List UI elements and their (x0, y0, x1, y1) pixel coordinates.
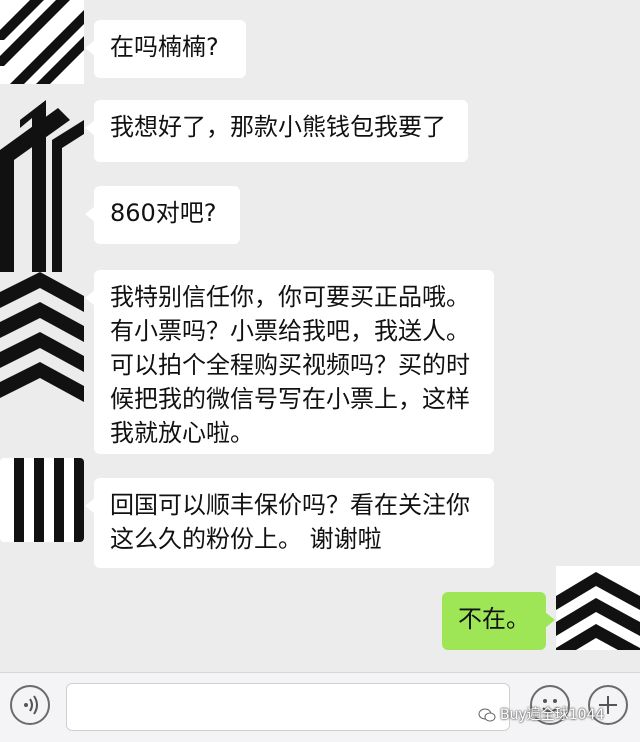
sent-message-bubble[interactable]: 不在。 (442, 592, 555, 650)
input-toolbar: Buy遍全球1044 (0, 672, 640, 742)
message-bubble[interactable]: 在吗楠楠? (85, 20, 246, 78)
contact-avatar-decoration (0, 90, 84, 280)
voice-icon (24, 695, 38, 715)
message-input[interactable] (66, 683, 510, 731)
contact-avatar-decoration-2 (0, 272, 84, 452)
chat-area: 在吗楠楠? 我想好了，那款小熊钱包我要了 860对吧? 我特别信任你，你可要买正… (0, 0, 640, 672)
message-bubble[interactable]: 回国可以顺丰保价吗？看在关注你这么久的粉份上。 谢谢啦 (85, 478, 494, 568)
message-bubble[interactable]: 我想好了，那款小熊钱包我要了 (85, 100, 468, 162)
watermark-text: Buy遍全球1044 (500, 707, 605, 723)
message-bubble[interactable]: 我特别信任你，你可要买正品哦。有小票吗？小票给我吧，我送人。可以拍个全程购买视频… (85, 270, 494, 454)
watermark: Buy遍全球1044 (478, 703, 638, 727)
wechat-icon (478, 708, 496, 722)
message-bubble[interactable]: 860对吧? (85, 186, 240, 244)
contact-avatar[interactable] (0, 0, 84, 84)
voice-button[interactable] (10, 685, 50, 725)
contact-avatar-2[interactable] (0, 458, 84, 542)
my-avatar[interactable] (556, 566, 640, 650)
